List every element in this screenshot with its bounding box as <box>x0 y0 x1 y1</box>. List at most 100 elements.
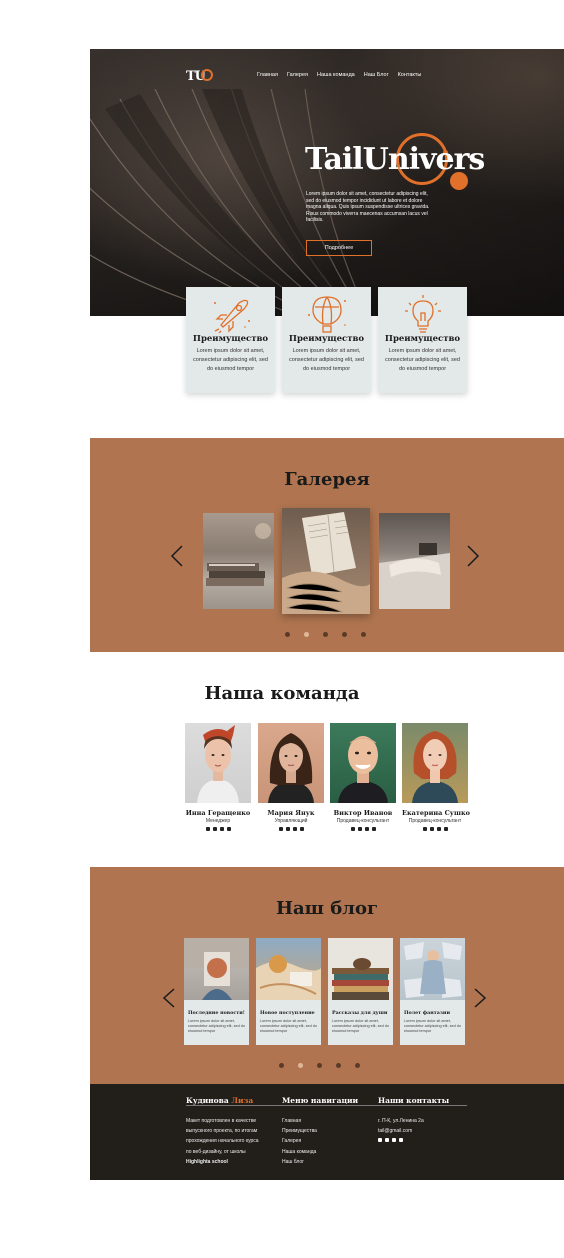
footer-link-blog[interactable]: Наш блог <box>282 1157 358 1167</box>
gallery-title: Галерея <box>284 469 370 490</box>
nav-item-gallery[interactable]: Галерея <box>287 72 308 78</box>
telegram-icon[interactable] <box>292 827 297 831</box>
contact-address: г. П-К, ул.Ленина 2а <box>378 1118 424 1124</box>
footer: Кудинова Лиза Макет подготовлен в качест… <box>90 1084 564 1180</box>
social-links <box>402 827 468 831</box>
instagram-icon[interactable] <box>378 1138 382 1143</box>
blog-pagination <box>279 1063 360 1068</box>
pagination-dot[interactable] <box>317 1063 322 1068</box>
details-button[interactable]: Подробнее <box>306 240 372 256</box>
vk-icon[interactable] <box>212 827 217 831</box>
feature-text: Lorem ipsum dolor sit amet, consectetur … <box>385 348 460 372</box>
footer-social-links <box>378 1138 449 1143</box>
blog-post-text: Lorem ipsum dolor sit amet, consectetur … <box>404 1019 461 1033</box>
nav-item-team[interactable]: Наша команда <box>317 72 355 78</box>
hero-description: Lorem ipsum dolor sit amet, consectetur … <box>306 191 430 223</box>
telegram-icon[interactable] <box>364 827 369 831</box>
vk-icon[interactable] <box>385 1138 389 1143</box>
vk-icon[interactable] <box>429 827 434 831</box>
pagination-dot-active[interactable] <box>298 1063 303 1068</box>
twitter-icon[interactable] <box>371 827 376 831</box>
about-line: по веб-дизайну, от школы <box>186 1148 246 1155</box>
logo-ring-icon <box>201 68 214 81</box>
hero-section: TU Главная Галерея Наша команда Наш Блог… <box>90 49 564 316</box>
instagram-icon[interactable] <box>422 827 427 831</box>
blog-post-image <box>184 938 249 1000</box>
blog-post-image <box>328 938 393 1000</box>
social-links <box>185 827 251 831</box>
hero-overlay <box>90 49 564 316</box>
avatar <box>185 723 251 803</box>
footer-link-gallery[interactable]: Галерея <box>282 1136 358 1146</box>
gallery-next-arrow-icon[interactable] <box>466 542 480 575</box>
avatar <box>258 723 324 803</box>
pagination-dot[interactable] <box>323 632 328 637</box>
about-line: выпускного проекта, по итогам <box>186 1128 258 1135</box>
pagination-dot[interactable] <box>361 632 366 637</box>
contact-email[interactable]: tail@gmail.com <box>378 1126 449 1136</box>
telegram-icon[interactable] <box>436 827 441 831</box>
feature-card: Преимущество Lorem ipsum dolor sit amet,… <box>282 287 371 393</box>
pagination-dot[interactable] <box>279 1063 284 1068</box>
instagram-icon[interactable] <box>205 827 210 831</box>
blog-post-card[interactable]: Новое поступление Lorem ipsum dolor sit … <box>256 938 321 1045</box>
logo[interactable]: TU <box>186 68 214 84</box>
rocket-icon <box>214 299 250 333</box>
footer-link-team[interactable]: Наша команда <box>282 1147 358 1157</box>
gallery-image-active[interactable] <box>282 508 370 614</box>
twitter-icon[interactable] <box>443 827 448 831</box>
blog-post-title: Последние новости! <box>188 1010 245 1016</box>
twitter-icon[interactable] <box>226 827 231 831</box>
member-role: Продавец-консультант <box>336 818 390 824</box>
feature-title: Преимущество <box>192 334 269 344</box>
nav-item-home[interactable]: Главная <box>257 72 278 78</box>
gallery-pagination <box>285 632 366 637</box>
team-member: Инна Геращенко Менеджер <box>185 723 251 831</box>
pagination-dot[interactable] <box>355 1063 360 1068</box>
author-last-name: Лиза <box>231 1096 254 1105</box>
blog-next-arrow-icon[interactable] <box>473 983 487 1016</box>
telegram-icon[interactable] <box>219 827 224 831</box>
team-member: Виктор Иванов Продавец-консультант <box>330 723 396 831</box>
author-first-name: Кудинова <box>186 1096 229 1105</box>
pagination-dot-active[interactable] <box>304 632 309 637</box>
telegram-icon[interactable] <box>392 1138 396 1143</box>
pagination-dot[interactable] <box>285 632 290 637</box>
blog-post-title: Полет фантазии <box>404 1010 451 1016</box>
blog-post-text: Lorem ipsum dolor sit amet, consectetur … <box>188 1019 245 1033</box>
member-name: Инна Геращенко <box>185 809 251 817</box>
school-name: Highlighta school <box>186 1158 228 1165</box>
blog-post-card[interactable]: Последние новости! Lorem ipsum dolor sit… <box>184 938 249 1045</box>
feature-text: Lorem ipsum dolor sit amet, consectetur … <box>193 348 268 372</box>
gallery-prev-arrow-icon[interactable] <box>170 542 184 575</box>
blog-post-card[interactable]: Полет фантазии Lorem ipsum dolor sit ame… <box>400 938 465 1045</box>
team-title: Наша команда <box>204 683 360 704</box>
nav-item-blog[interactable]: Наш Блог <box>364 72 389 78</box>
blog-post-title: Новое поступление <box>260 1010 315 1016</box>
member-role: Управляющий <box>274 818 308 824</box>
member-role: Менеджер <box>205 818 231 824</box>
nav-item-contacts[interactable]: Контакты <box>398 72 422 78</box>
gallery-image[interactable] <box>203 513 274 609</box>
instagram-icon[interactable] <box>350 827 355 831</box>
feature-text: Lorem ipsum dolor sit amet, consectetur … <box>289 348 364 372</box>
vk-icon[interactable] <box>357 827 362 831</box>
blog-prev-arrow-icon[interactable] <box>162 983 176 1016</box>
blog-post-text: Lorem ipsum dolor sit amet, consectetur … <box>332 1019 389 1033</box>
footer-author: Кудинова Лиза <box>186 1096 259 1108</box>
team-member: Мария Янук Управляющий <box>258 723 324 831</box>
blog-post-card[interactable]: Рассказы для души Lorem ipsum dolor sit … <box>328 938 393 1045</box>
footer-link-features[interactable]: Преимущества <box>282 1126 358 1136</box>
instagram-icon[interactable] <box>278 827 283 831</box>
pagination-dot[interactable] <box>336 1063 341 1068</box>
blog-post-text: Lorem ipsum dolor sit amet, consectetur … <box>260 1019 317 1033</box>
member-name: Виктор Иванов <box>333 809 393 817</box>
pagination-dot[interactable] <box>342 632 347 637</box>
main-nav: Главная Галерея Наша команда Наш Блог Ко… <box>257 72 421 78</box>
member-role: Продавец-консультант <box>408 818 462 824</box>
vk-icon[interactable] <box>285 827 290 831</box>
gallery-image[interactable] <box>379 513 450 609</box>
twitter-icon[interactable] <box>299 827 304 831</box>
footer-link-home[interactable]: Главная <box>282 1116 358 1126</box>
twitter-icon[interactable] <box>399 1138 403 1143</box>
